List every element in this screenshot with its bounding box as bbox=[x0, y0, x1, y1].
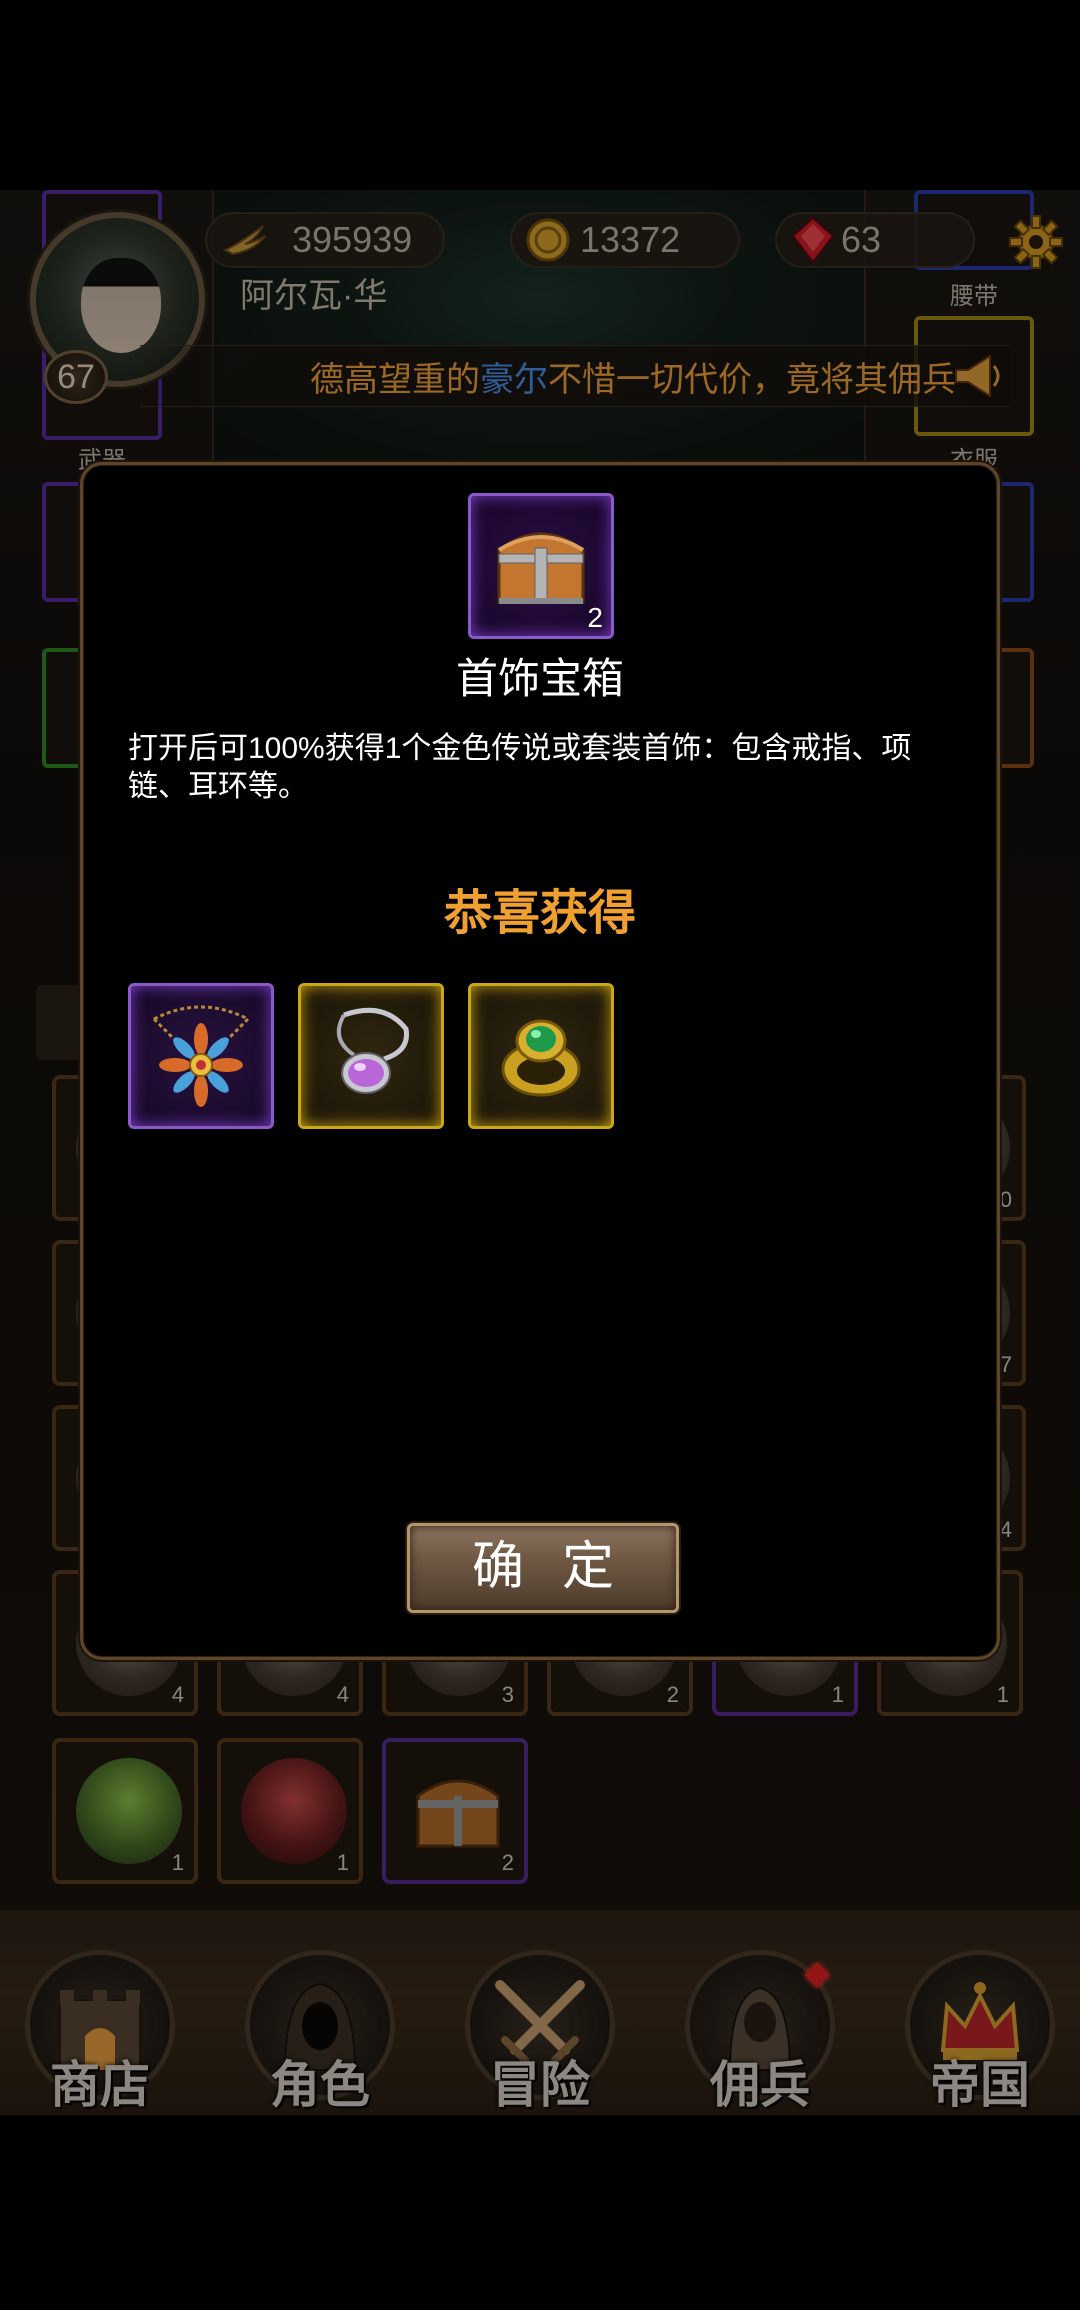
emerald-ring-icon bbox=[501, 1019, 581, 1097]
reward-dialog: 2 首饰宝箱 打开后可100%获得1个金色传说或套装首饰：包含戒指、项链、耳环等… bbox=[80, 462, 1000, 1660]
treasure-chest-icon bbox=[497, 532, 585, 604]
reward-item-ring[interactable] bbox=[468, 983, 614, 1129]
jewelry-chest-slot: 2 bbox=[468, 493, 614, 639]
item-title: 首饰宝箱 bbox=[455, 655, 624, 702]
amethyst-pendant-icon bbox=[336, 1007, 410, 1094]
flower-pendant-necklace-icon bbox=[152, 1005, 250, 1107]
chest-count: 2 bbox=[587, 602, 603, 633]
item-description: 打开后可100%获得1个金色传说或套装首饰：包含戒指、项链、耳环等。 bbox=[128, 732, 912, 803]
reward-item-pendant[interactable] bbox=[298, 983, 444, 1129]
congrats-heading: 恭喜获得 bbox=[443, 887, 636, 940]
reward-item-necklace[interactable] bbox=[128, 983, 274, 1129]
confirm-button[interactable]: 确定 bbox=[407, 1523, 679, 1613]
